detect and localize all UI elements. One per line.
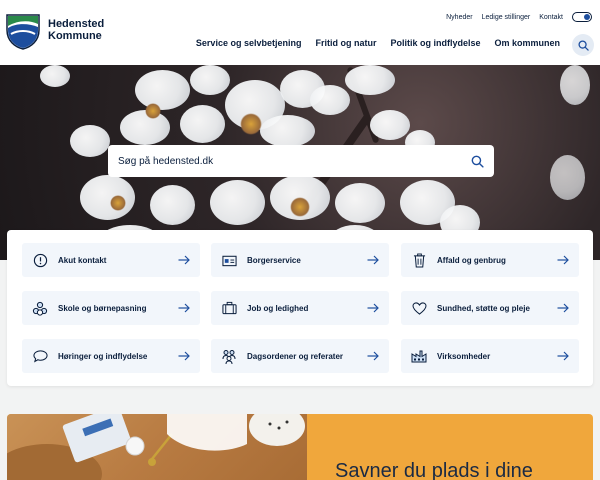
hero-blossom xyxy=(310,85,350,115)
tile-label: Høringer og indflydelse xyxy=(58,351,148,361)
heart-icon xyxy=(411,300,427,316)
toggle-knob xyxy=(584,14,590,20)
tile-label: Sundhed, støtte og pleje xyxy=(437,303,530,313)
hero-blossom xyxy=(345,65,395,95)
arrow-right-icon xyxy=(557,351,569,361)
hero-blossom xyxy=(370,110,410,140)
hero-blossom xyxy=(560,65,590,105)
hero-blossom xyxy=(550,155,585,200)
promo-title: Savner du plads i dine xyxy=(335,460,533,480)
blocks-icon xyxy=(32,300,48,316)
header-search-button[interactable] xyxy=(572,34,594,56)
id-card-icon xyxy=(221,252,237,268)
arrow-right-icon xyxy=(178,255,190,265)
hero-stamen xyxy=(240,113,262,135)
hero-blossom xyxy=(80,175,135,220)
tile-affald-og-genbrug[interactable]: Affald og genbrug xyxy=(401,243,579,277)
search-icon xyxy=(577,39,589,51)
hero-blossom xyxy=(210,180,265,225)
trash-icon xyxy=(411,252,427,268)
hero-blossom xyxy=(335,183,385,223)
utility-nav: Nyheder Ledige stillinger Kontakt xyxy=(446,12,592,22)
hero-blossom xyxy=(260,115,315,147)
arrow-right-icon xyxy=(178,351,190,361)
tile-label: Affald og genbrug xyxy=(437,255,506,265)
alert-circle-icon xyxy=(32,252,48,268)
factory-icon xyxy=(411,348,427,364)
hero-search-input[interactable] xyxy=(118,155,471,167)
hero-stamen xyxy=(290,197,310,217)
tile-hoeringer-og-indflydelse[interactable]: Høringer og indflydelse xyxy=(22,339,200,373)
utility-link-ledige-stillinger[interactable]: Ledige stillinger xyxy=(482,14,531,21)
tile-akut-kontakt[interactable]: Akut kontakt xyxy=(22,243,200,277)
tile-skole-og-boernepasning[interactable]: Skole og børnepasning xyxy=(22,291,200,325)
utility-link-nyheder[interactable]: Nyheder xyxy=(446,14,472,21)
main-nav: Service og selvbetjening Fritid og natur… xyxy=(196,38,560,48)
nav-item-politik[interactable]: Politik og indflydelse xyxy=(390,38,480,48)
tile-label: Borgerservice xyxy=(247,255,301,265)
arrow-right-icon xyxy=(367,303,379,313)
hero-stamen xyxy=(145,103,161,119)
arrow-right-icon xyxy=(557,303,569,313)
hero-search-box xyxy=(108,145,494,177)
arrow-right-icon xyxy=(557,255,569,265)
tile-virksomheder[interactable]: Virksomheder xyxy=(401,339,579,373)
utility-link-kontakt[interactable]: Kontakt xyxy=(539,14,563,21)
tile-label: Virksomheder xyxy=(437,351,491,361)
tile-label: Akut kontakt xyxy=(58,255,107,265)
promo-banner[interactable]: Savner du plads i dine xyxy=(7,414,593,480)
logo-line-1: Hedensted xyxy=(48,18,105,30)
hero-blossom xyxy=(40,65,70,87)
briefcase-icon xyxy=(221,300,237,316)
arrow-right-icon xyxy=(367,351,379,361)
arrow-right-icon xyxy=(178,303,190,313)
tile-label: Skole og børnepasning xyxy=(58,303,147,313)
people-icon xyxy=(221,348,237,364)
quick-links-panel: Akut kontakt Borgerservice Affald og gen… xyxy=(7,230,593,386)
hero-stamen xyxy=(110,195,126,211)
tile-borgerservice[interactable]: Borgerservice xyxy=(211,243,389,277)
search-icon[interactable] xyxy=(471,155,484,168)
tile-dagsordener-og-referater[interactable]: Dagsordener og referater xyxy=(211,339,389,373)
logo-text[interactable]: Hedensted Kommune xyxy=(48,18,104,42)
hero-blossom xyxy=(150,185,195,225)
logo-line-2: Kommune xyxy=(48,30,102,42)
nav-item-fritid[interactable]: Fritid og natur xyxy=(315,38,376,48)
tile-job-og-ledighed[interactable]: Job og ledighed xyxy=(211,291,389,325)
nav-item-om-kommunen[interactable]: Om kommunen xyxy=(494,38,560,48)
hero-blossom xyxy=(135,70,190,110)
hero-blossom xyxy=(190,65,230,95)
hero-blossom xyxy=(180,105,225,143)
hero-blossom xyxy=(70,125,110,157)
site-header: Hedensted Kommune Nyheder Ledige stillin… xyxy=(0,0,600,65)
hedensted-logo-icon[interactable] xyxy=(6,14,40,50)
speech-bubble-icon xyxy=(32,348,48,364)
promo-image xyxy=(7,414,307,480)
contrast-toggle[interactable] xyxy=(572,12,592,22)
arrow-right-icon xyxy=(367,255,379,265)
tile-label: Job og ledighed xyxy=(247,303,309,313)
tile-sundhed-stoette-og-pleje[interactable]: Sundhed, støtte og pleje xyxy=(401,291,579,325)
hero-blossom xyxy=(120,110,170,145)
nav-item-service[interactable]: Service og selvbetjening xyxy=(196,38,302,48)
tile-label: Dagsordener og referater xyxy=(247,351,344,361)
promo-photo-illustration xyxy=(7,414,305,480)
